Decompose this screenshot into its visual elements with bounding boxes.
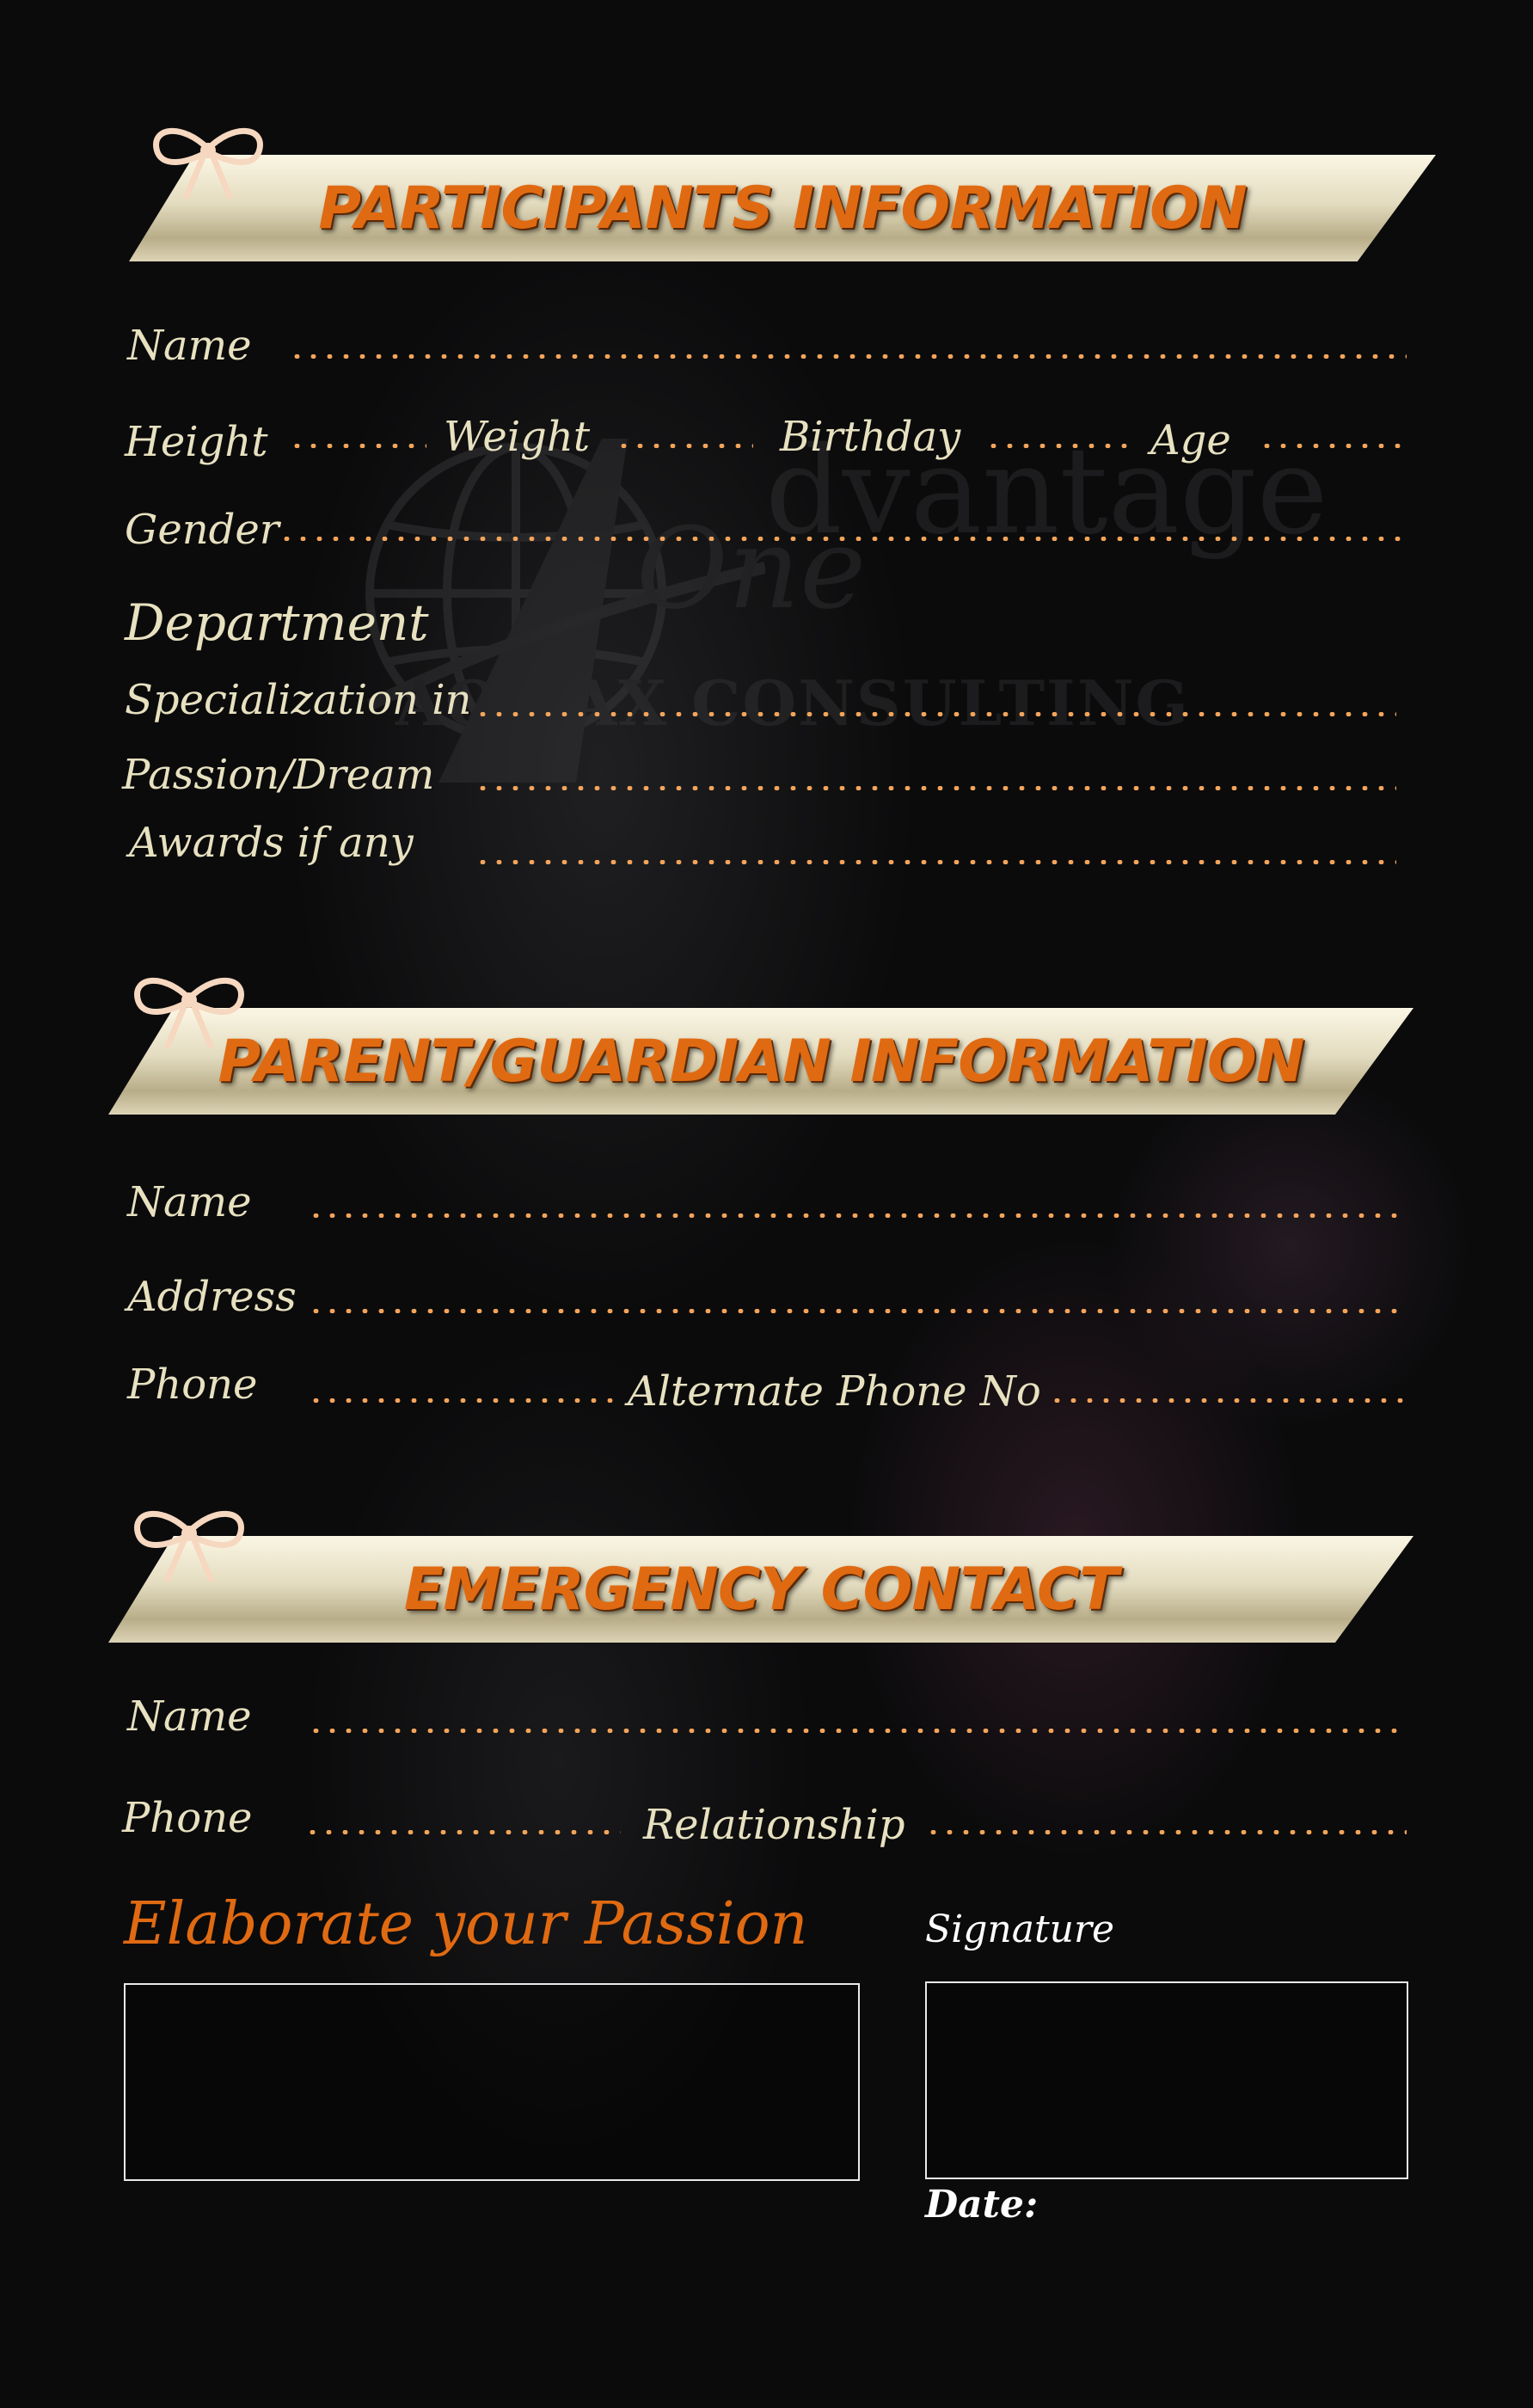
participant-gender-field[interactable]: [279, 537, 1407, 541]
participants-title: PARTICIPANTS INFORMATION: [318, 174, 1248, 243]
participant-height-field[interactable]: [289, 444, 426, 448]
participant-age-field[interactable]: [1259, 444, 1401, 448]
participants-banner: PARTICIPANTS INFORMATION: [129, 155, 1436, 261]
bow-icon: [134, 1510, 244, 1582]
participant-specialization-label: Specialization in: [125, 676, 472, 724]
participant-passion-field[interactable]: [475, 786, 1396, 790]
participant-height-label: Height: [125, 418, 268, 466]
participant-weight-field[interactable]: [616, 444, 753, 448]
passion-textbox[interactable]: [124, 1983, 860, 2181]
participant-name-label: Name: [127, 322, 252, 370]
guardian-banner: PARENT/GUARDIAN INFORMATION: [108, 1008, 1413, 1115]
guardian-address-label: Address: [127, 1273, 297, 1321]
watermark-company: AO TAX CONSULTING: [396, 666, 1191, 740]
emergency-title: EMERGENCY CONTACT: [403, 1555, 1119, 1624]
guardian-name-label: Name: [127, 1178, 252, 1226]
participant-age-label: Age: [1150, 416, 1231, 464]
signature-label: Signature: [925, 1907, 1115, 1951]
participant-awards-label: Awards if any: [129, 819, 414, 867]
emergency-banner: EMERGENCY CONTACT: [108, 1536, 1413, 1643]
participant-birthday-label: Birthday: [780, 413, 961, 461]
guardian-alt-phone-label: Alternate Phone No: [628, 1367, 1041, 1416]
guardian-name-field[interactable]: [308, 1213, 1407, 1218]
participant-passion-label: Passion/Dream: [122, 751, 435, 799]
participant-department-label: Department: [125, 593, 429, 652]
date-label: Date:: [925, 2183, 1039, 2227]
participant-birthday-field[interactable]: [985, 444, 1128, 448]
bow-icon: [134, 977, 244, 1049]
emergency-phone-label: Phone: [122, 1794, 253, 1842]
guardian-phone-field[interactable]: [308, 1398, 621, 1403]
emergency-name-label: Name: [127, 1692, 252, 1741]
emergency-relationship-label: Relationship: [643, 1801, 905, 1849]
signature-box[interactable]: [925, 1981, 1408, 2179]
guardian-title: PARENT/GUARDIAN INFORMATION: [218, 1027, 1304, 1096]
emergency-name-field[interactable]: [308, 1729, 1407, 1733]
guardian-alt-phone-field[interactable]: [1049, 1398, 1407, 1403]
participant-weight-label: Weight: [444, 413, 591, 461]
emergency-relationship-field[interactable]: [925, 1830, 1407, 1834]
emergency-phone-field[interactable]: [304, 1830, 621, 1834]
watermark-brand-line2: One: [636, 503, 867, 634]
bow-icon: [153, 127, 263, 200]
participant-name-field[interactable]: [289, 354, 1407, 359]
participant-awards-field[interactable]: [475, 860, 1396, 864]
elaborate-passion-heading: Elaborate your Passion: [124, 1890, 808, 1958]
guardian-phone-label: Phone: [127, 1361, 258, 1409]
participant-gender-label: Gender: [125, 506, 279, 554]
participant-specialization-field[interactable]: [475, 712, 1396, 716]
guardian-address-field[interactable]: [308, 1309, 1407, 1313]
